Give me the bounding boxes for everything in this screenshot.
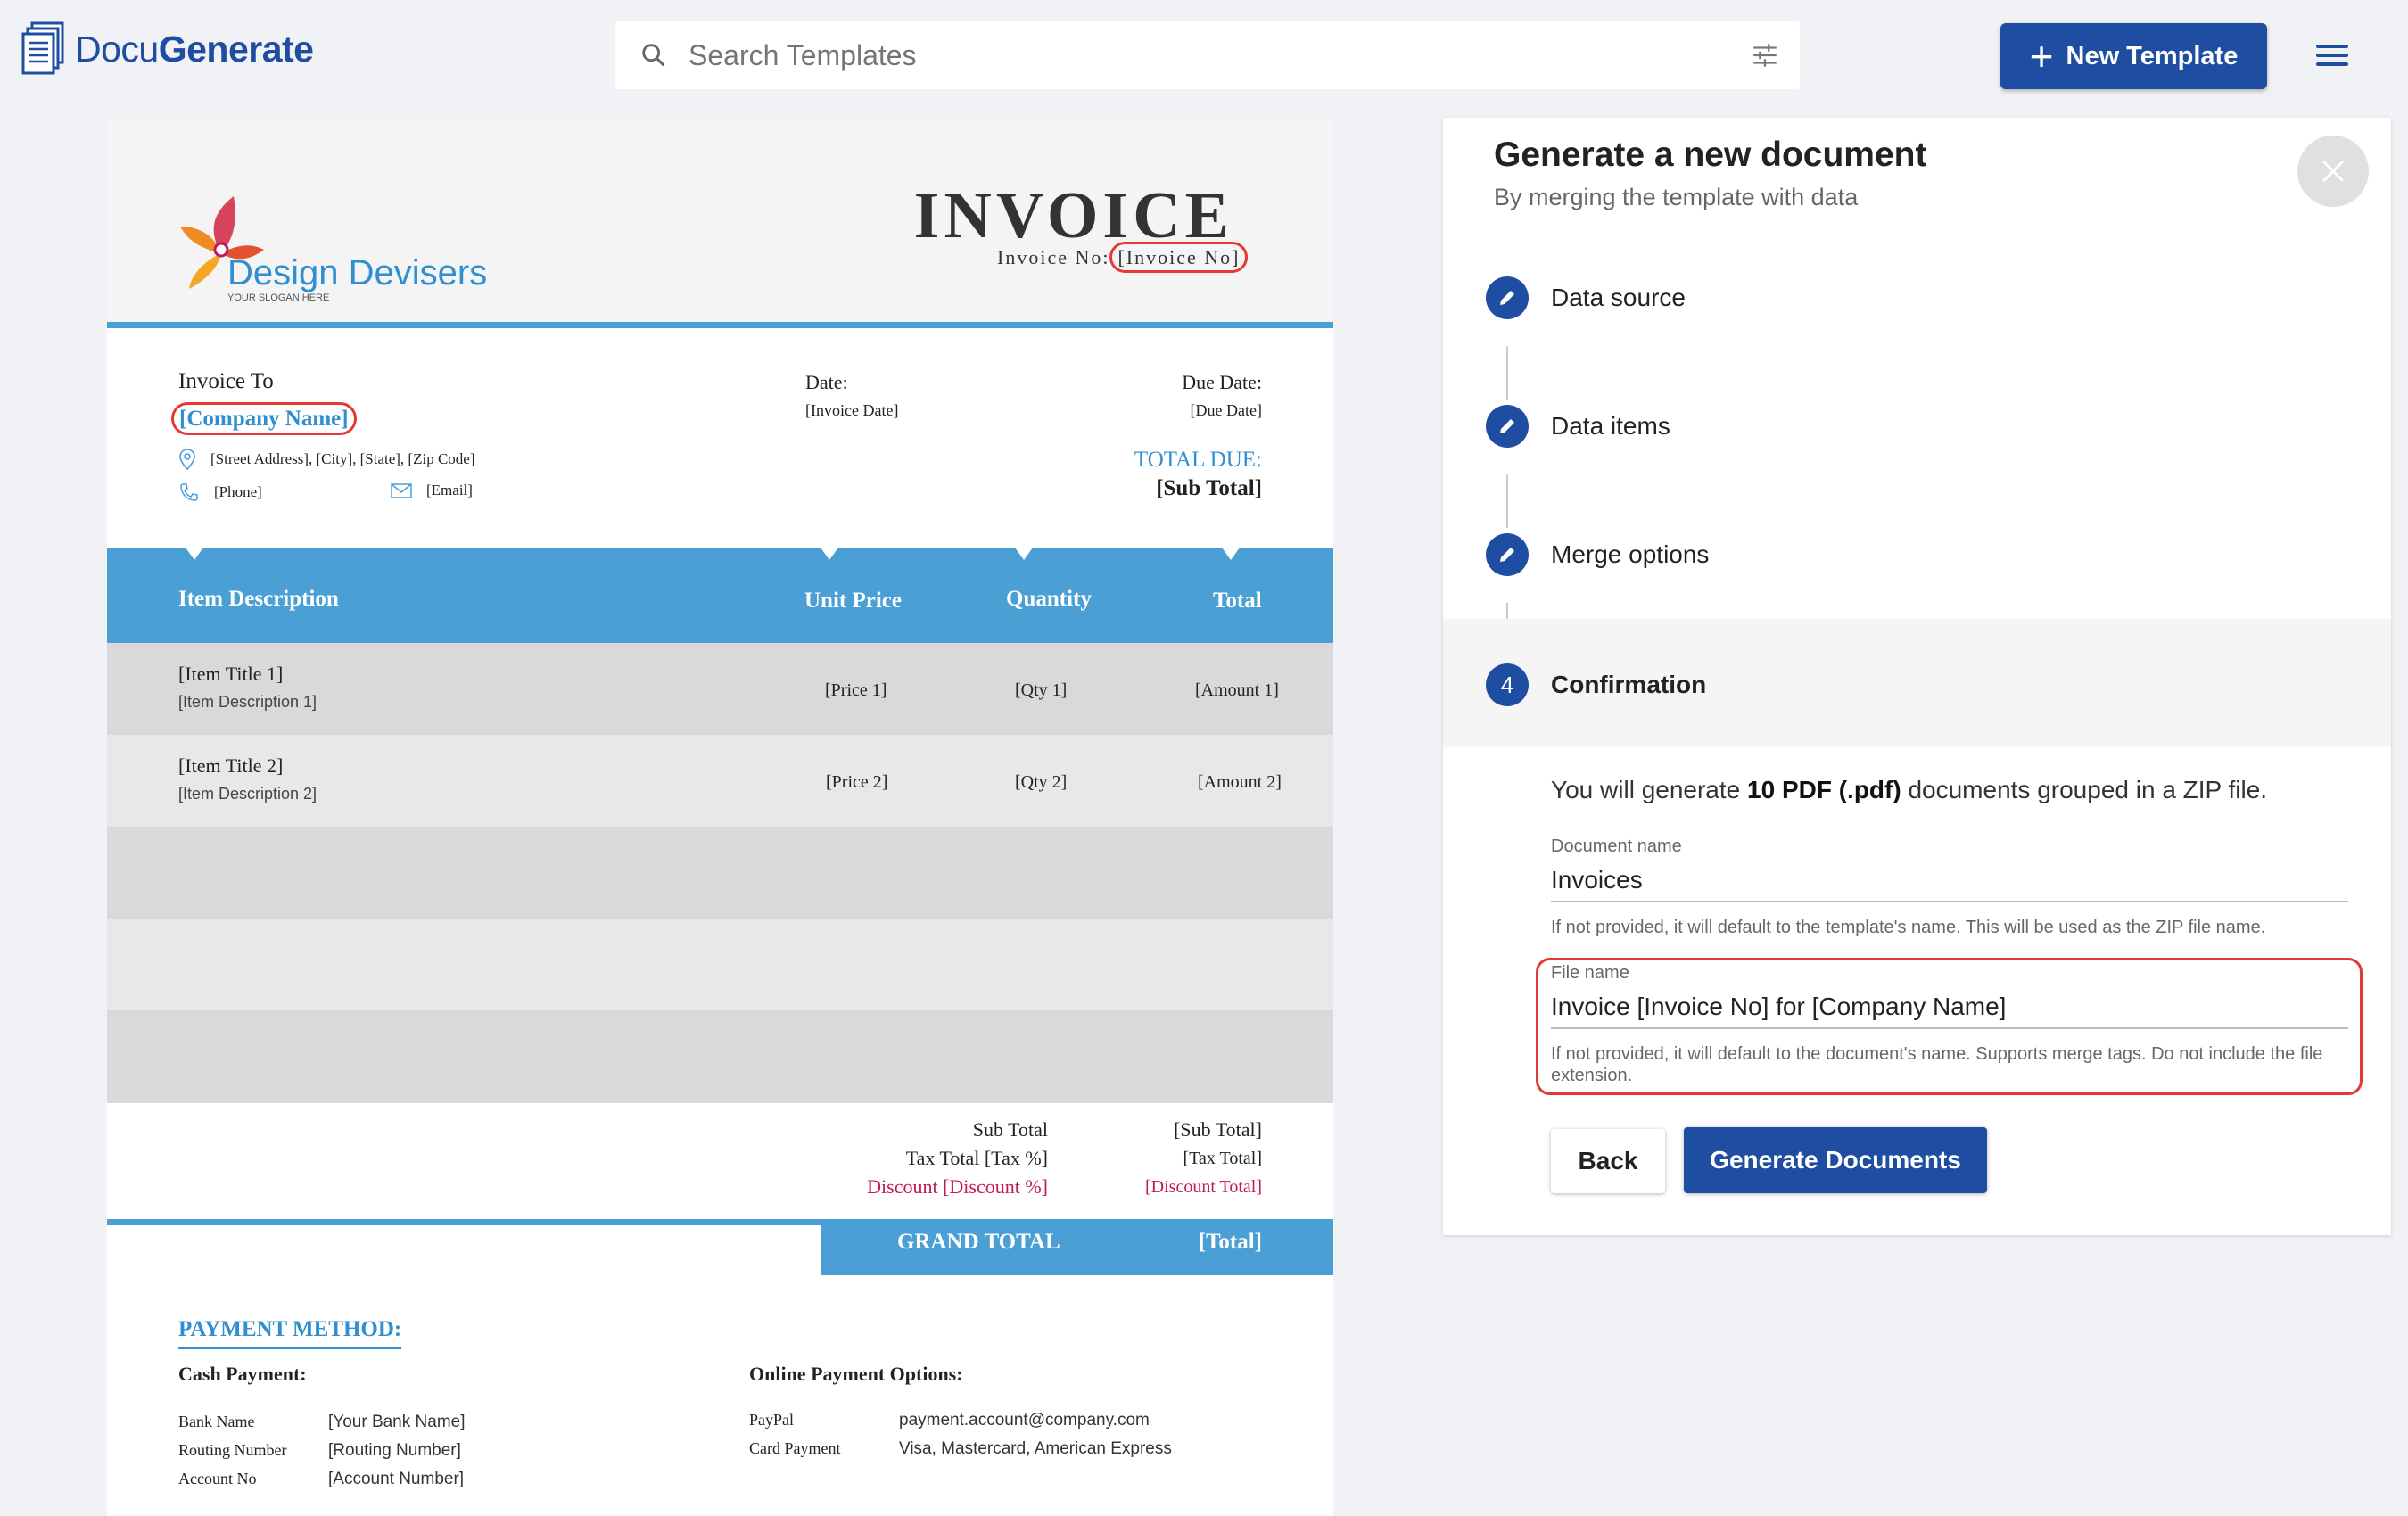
- search-bar: [615, 21, 1800, 89]
- company-name-merge-tag: [Company Name]: [171, 402, 357, 435]
- new-template-button[interactable]: + New Template: [2000, 23, 2267, 89]
- tax-total-value: [Tax Total]: [1183, 1149, 1262, 1168]
- table-row-empty: [107, 827, 1333, 919]
- plus-icon: +: [2029, 33, 2054, 79]
- account-number-label: Account No: [178, 1470, 257, 1487]
- card-payment-value: Visa, Mastercard, American Express: [899, 1439, 1172, 1458]
- grand-total-label: GRAND TOTAL: [897, 1230, 1060, 1254]
- total-due-value: [Sub Total]: [1156, 476, 1262, 500]
- pencil-icon: [1486, 276, 1529, 319]
- panel-title: Generate a new document: [1494, 136, 1927, 174]
- top-bar: DocuGenerate + New Template: [0, 0, 2408, 112]
- document-name-help: If not provided, it will default to the …: [1551, 918, 2266, 937]
- document-name-input[interactable]: [1551, 860, 2348, 902]
- date-value: [Invoice Date]: [805, 401, 899, 419]
- account-number-value: [Account Number]: [328, 1470, 465, 1488]
- grand-total-bar: GRAND TOTAL [Total]: [821, 1219, 1333, 1275]
- discount-value: [Discount Total]: [1145, 1177, 1262, 1197]
- step-data-source[interactable]: Data source: [1443, 232, 2391, 360]
- payment-method-title: PAYMENT METHOD:: [178, 1317, 402, 1349]
- paypal-label: PayPal: [749, 1411, 795, 1429]
- routing-number-value: [Routing Number]: [328, 1441, 461, 1460]
- app-name: DocuGenerate: [75, 28, 314, 70]
- panel-subtitle: By merging the template with data: [1494, 184, 1859, 210]
- phone-line: [Phone]: [178, 482, 262, 503]
- bank-name-value: [Your Bank Name]: [328, 1413, 466, 1431]
- tax-total-label: Tax Total [Tax %]: [905, 1147, 1048, 1169]
- column-header-description: Item Description: [178, 587, 339, 611]
- brand-name: Design Devisers: [227, 253, 488, 292]
- close-button[interactable]: [2297, 136, 2369, 207]
- new-template-label: New Template: [2066, 41, 2239, 70]
- online-payment-title: Online Payment Options:: [749, 1363, 963, 1385]
- step-data-items[interactable]: Data items: [1443, 360, 2391, 489]
- invoice-template-preview: Design Devisers YOUR SLOGAN HERE INVOICE…: [107, 118, 1333, 1516]
- brand-slogan: YOUR SLOGAN HERE: [227, 292, 330, 303]
- due-date-label: Due Date:: [1182, 371, 1262, 393]
- invoice-to-label: Invoice To: [178, 369, 274, 393]
- step-label: Data items: [1551, 412, 1670, 440]
- envelope-icon: [391, 483, 412, 498]
- generation-summary: You will generate 10 PDF (.pdf) document…: [1551, 776, 2268, 803]
- filter-icon[interactable]: [1750, 40, 1780, 70]
- step-confirmation[interactable]: 4 Confirmation: [1443, 619, 2391, 747]
- invoice-number: Invoice No: [Invoice No]: [997, 242, 1249, 273]
- generate-documents-button[interactable]: Generate Documents: [1684, 1127, 1987, 1193]
- table-row: [Item Title 2] [Item Description 2] [Pri…: [107, 735, 1333, 827]
- due-date-value: [Due Date]: [1190, 401, 1262, 419]
- invoice-number-merge-tag: [Invoice No]: [1109, 242, 1249, 273]
- grand-total-value: [Total]: [1198, 1230, 1262, 1254]
- email-line: [Email]: [391, 482, 473, 499]
- discount-label: Discount [Discount %]: [867, 1175, 1048, 1198]
- card-payment-label: Card Payment: [749, 1439, 841, 1457]
- routing-number-label: Routing Number: [178, 1441, 287, 1459]
- search-icon: [642, 44, 665, 67]
- back-button[interactable]: Back: [1551, 1129, 1665, 1193]
- date-label: Date:: [805, 371, 848, 393]
- pencil-icon: [1486, 405, 1529, 448]
- app-logo[interactable]: DocuGenerate: [21, 21, 314, 77]
- total-due-label: TOTAL DUE:: [1134, 448, 1262, 472]
- close-icon: [2321, 160, 2345, 183]
- cash-payment-title: Cash Payment:: [178, 1363, 307, 1385]
- hamburger-menu-icon[interactable]: [2313, 39, 2351, 71]
- table-row-empty: [107, 919, 1333, 1010]
- sub-total-label: Sub Total: [972, 1118, 1048, 1141]
- sub-total-value: [Sub Total]: [1174, 1118, 1262, 1141]
- step-merge-options[interactable]: Merge options: [1443, 489, 2391, 617]
- location-pin-icon: [179, 449, 195, 471]
- address-line: [Street Address], [City], [State], [Zip …: [178, 448, 475, 471]
- documents-icon: [21, 21, 64, 75]
- pencil-icon: [1486, 533, 1529, 576]
- step-label: Confirmation: [1551, 671, 1707, 698]
- document-name-label: Document name: [1551, 836, 1682, 856]
- file-name-label: File name: [1551, 963, 1629, 983]
- column-header-total: Total: [1213, 589, 1262, 613]
- table-row: [Item Title 1] [Item Description 1] [Pri…: [107, 643, 1333, 735]
- step-number-badge: 4: [1486, 663, 1529, 706]
- items-table-header: Item Description Unit Price Quantity Tot…: [107, 548, 1333, 643]
- table-row-empty: [107, 1010, 1333, 1103]
- generate-document-panel: Generate a new document By merging the t…: [1443, 118, 2391, 1235]
- bank-name-label: Bank Name: [178, 1413, 255, 1430]
- search-input[interactable]: [689, 38, 1750, 72]
- column-header-unit-price: Unit Price: [804, 589, 902, 613]
- paypal-value: payment.account@company.com: [899, 1411, 1150, 1429]
- file-name-input[interactable]: [1551, 986, 2348, 1029]
- step-label: Merge options: [1551, 540, 1710, 568]
- step-label: Data source: [1551, 284, 1686, 311]
- file-name-help: If not provided, it will default to the …: [1551, 1044, 2323, 1085]
- phone-icon: [180, 483, 198, 501]
- invoice-header: Design Devisers YOUR SLOGAN HERE INVOICE…: [107, 118, 1333, 328]
- column-header-quantity: Quantity: [1006, 587, 1092, 611]
